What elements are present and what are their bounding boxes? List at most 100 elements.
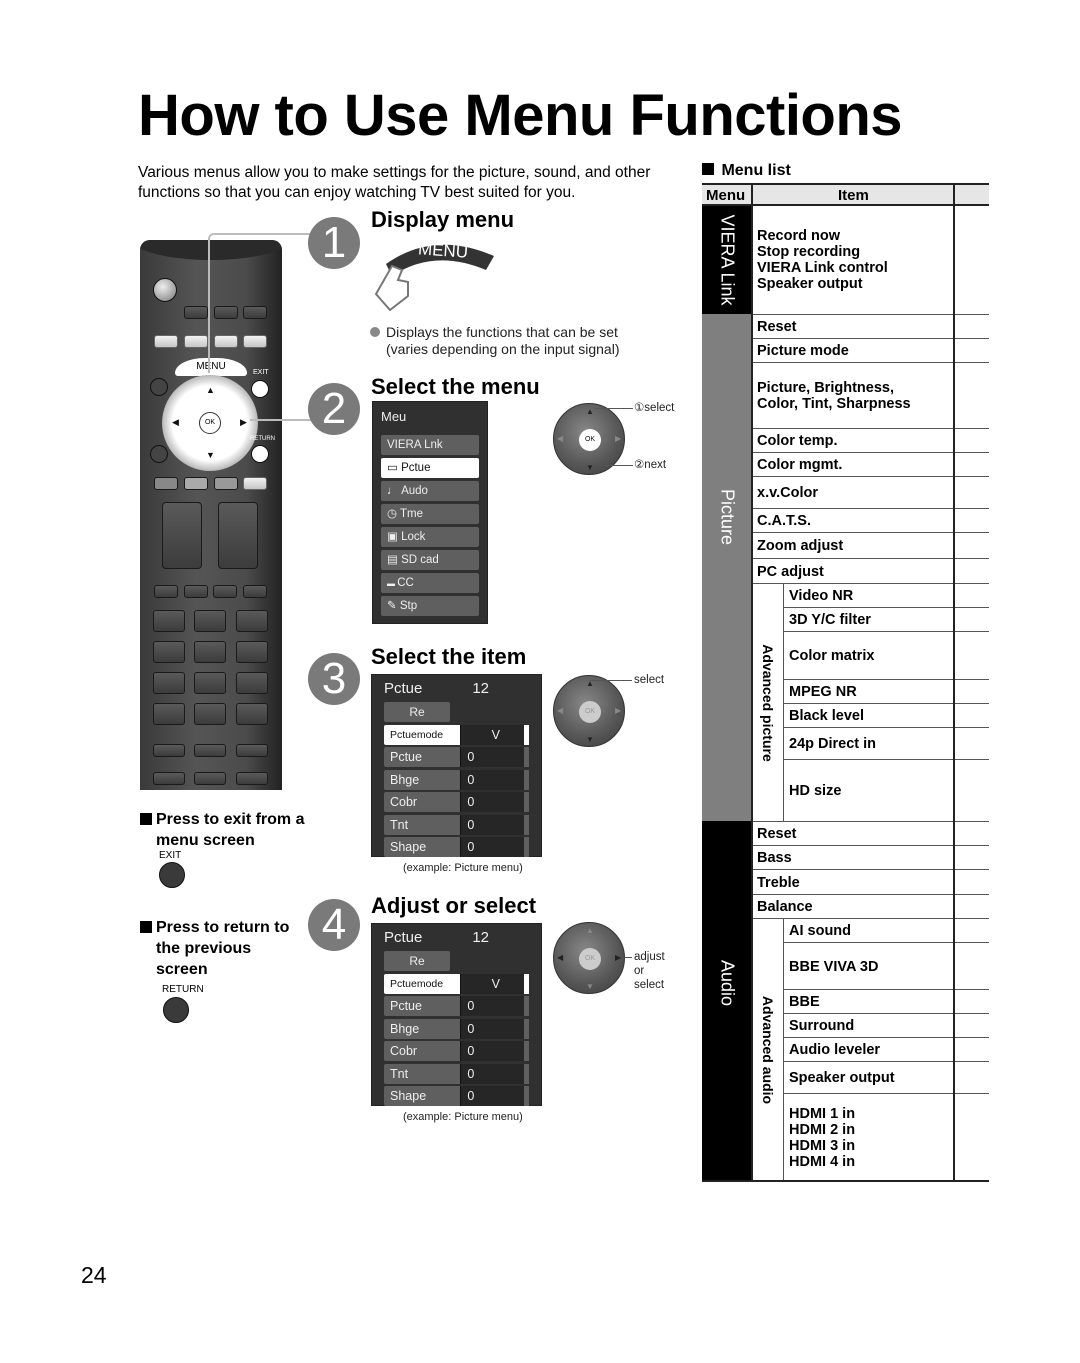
osd-row-sharpness[interactable]: Shape 0 xyxy=(384,1086,530,1106)
table-row: BBE VIVA 3D xyxy=(783,942,989,989)
osd-row-color[interactable]: Cobr 0 xyxy=(384,1041,530,1061)
return-button-icon xyxy=(163,997,189,1023)
down-arrow-icon: ▼ xyxy=(586,982,594,991)
osd-row-brightness[interactable]: Bhge 0 xyxy=(384,1018,530,1039)
remote-dpad: ▲ ▼ ◀ ▶ OK xyxy=(162,375,258,471)
remote-button xyxy=(184,306,208,319)
row-item-label: Record now Stop recording VIERA Link con… xyxy=(757,228,888,292)
osd-row-tint[interactable]: Tnt 0 xyxy=(384,814,530,835)
osd-item-lock[interactable]: ▣ Lock xyxy=(381,527,479,547)
table-divider xyxy=(751,183,753,1181)
row-item-label: BBE VIVA 3D xyxy=(789,958,879,975)
leader-line-menu xyxy=(208,233,318,373)
remote-number-button xyxy=(194,641,226,663)
osd-row-color[interactable]: Cobr 0 xyxy=(384,792,530,812)
row-item-label: Treble xyxy=(757,874,800,891)
row-item-label: x.v.Color xyxy=(757,485,818,501)
bullet-icon xyxy=(370,327,380,337)
step-3-title: Select the item xyxy=(371,644,527,669)
table-row: HDMI 1 in HDMI 2 in HDMI 3 in HDMI 4 in xyxy=(783,1093,989,1181)
main-menu-osd: Meu VIERA Lnk ▭ Pctue ♩ Audo ◷ Tme ▣ Loc… xyxy=(372,401,488,624)
osd-row-picture-mode[interactable]: Pctuemode V xyxy=(384,724,530,745)
remote-button xyxy=(236,744,268,757)
table-row: MPEG NR xyxy=(783,679,989,703)
table-row: HD size xyxy=(783,759,989,821)
table-row: 24p Direct in xyxy=(783,727,989,759)
table-row: Black level xyxy=(783,703,989,727)
remote-button xyxy=(154,477,178,490)
callout-line xyxy=(622,957,632,958)
remote-number-button xyxy=(153,641,185,663)
osd-row-sharpness[interactable]: Shape 0 xyxy=(384,837,530,857)
ok-button: OK xyxy=(579,429,601,451)
remote-number-button xyxy=(194,610,226,632)
row-item-label: Color matrix xyxy=(789,648,875,664)
left-arrow-icon: ◀ xyxy=(172,417,179,427)
step-3-caption: (example: Picture menu) xyxy=(403,862,523,874)
row-item-label: Balance xyxy=(757,899,813,915)
osd-item-audio[interactable]: ♩ Audo xyxy=(381,481,479,501)
row-item-label: Black level xyxy=(789,708,864,724)
callout-adjust-select: adjust or select xyxy=(634,951,665,991)
osd-row-picture[interactable]: Pctue 0 xyxy=(384,747,530,767)
osd-item-setup[interactable]: ✎ Stp xyxy=(381,596,479,616)
row-item-label: 24p Direct in xyxy=(789,736,877,752)
square-bullet-icon xyxy=(140,813,152,825)
left-arrow-icon: ◀ xyxy=(557,953,564,962)
table-row: Color matrix xyxy=(783,631,989,679)
remote-side-button xyxy=(150,445,168,463)
remote-exit-button xyxy=(251,380,269,398)
menu-list-table: Menu Item VIERA Link Picture Audio Advan… xyxy=(702,183,989,1183)
music-note-icon: ♩ xyxy=(387,485,402,497)
menu-list-heading: Menu list xyxy=(702,162,791,180)
row-item-label: Color mgmt. xyxy=(757,457,843,473)
wrench-icon: ✎ xyxy=(387,600,400,612)
osd-reset-button[interactable]: Re xyxy=(384,951,450,971)
osd-row-picture-mode[interactable]: Pctuemode V xyxy=(384,973,530,994)
step-1-note-text: Displays the functions that can be set (… xyxy=(386,324,620,357)
step-1-number: 1 xyxy=(308,217,360,269)
osd-row-tint[interactable]: Tnt 0 xyxy=(384,1063,530,1084)
square-bullet-icon xyxy=(702,163,714,175)
osd-page-indicator: 12 xyxy=(472,680,489,697)
remote-number-button xyxy=(153,672,185,694)
ok-button: OK xyxy=(579,701,601,723)
remote-joystick-select-item: ▲ ◀ ▶ ▼ OK xyxy=(553,675,625,747)
step-3-number: 3 xyxy=(308,653,360,705)
osd-item-picture[interactable]: ▭ Pctue xyxy=(381,458,479,478)
up-arrow-icon: ▲ xyxy=(586,926,594,935)
osd-item-cc[interactable]: ▬ CC xyxy=(381,573,479,593)
subcategory-advanced-picture: Advanced picture xyxy=(752,583,783,821)
row-item-label: Reset xyxy=(757,826,797,842)
remote-joystick-adjust: ▲ ◀ ▶ ▼ OK xyxy=(553,922,625,994)
return-button-label: RETURN xyxy=(162,984,204,995)
step-1-title: Display menu xyxy=(371,207,515,232)
osd-reset-button[interactable]: Re xyxy=(384,702,450,722)
osd-item-timer[interactable]: ◷ Tme xyxy=(381,504,479,524)
remote-button xyxy=(184,477,208,490)
category-viera-link: VIERA Link xyxy=(702,206,752,314)
clock-icon: ◷ xyxy=(387,508,401,520)
osd-row-picture[interactable]: Pctue 0 xyxy=(384,996,530,1016)
step-4-caption: (example: Picture menu) xyxy=(403,1111,523,1123)
sd-card-icon: ▤ xyxy=(387,554,402,566)
osd-item-sd-card[interactable]: ▤ SD cad xyxy=(381,550,479,570)
exit-button-label: EXIT xyxy=(159,850,182,861)
remote-button xyxy=(236,772,268,785)
down-arrow-icon: ▼ xyxy=(586,735,594,744)
step-4-title: Adjust or select xyxy=(371,893,537,918)
up-arrow-icon: ▲ xyxy=(206,385,215,395)
menu-button-label: MENU xyxy=(417,239,469,262)
remote-button xyxy=(154,335,178,348)
row-item-label: HD size xyxy=(789,783,842,799)
power-button xyxy=(153,278,177,302)
osd-item-viera-link[interactable]: VIERA Lnk xyxy=(381,435,479,455)
row-item-label: Color temp. xyxy=(757,433,838,449)
table-bottom-border xyxy=(702,1180,989,1182)
row-item-label: Video NR xyxy=(789,588,854,604)
remote-number-button xyxy=(194,672,226,694)
remote-number-button xyxy=(236,610,268,632)
right-arrow-icon: ▶ xyxy=(615,953,622,962)
osd-row-brightness[interactable]: Bhge 0 xyxy=(384,769,530,790)
cc-icon: ▬ xyxy=(387,579,398,588)
